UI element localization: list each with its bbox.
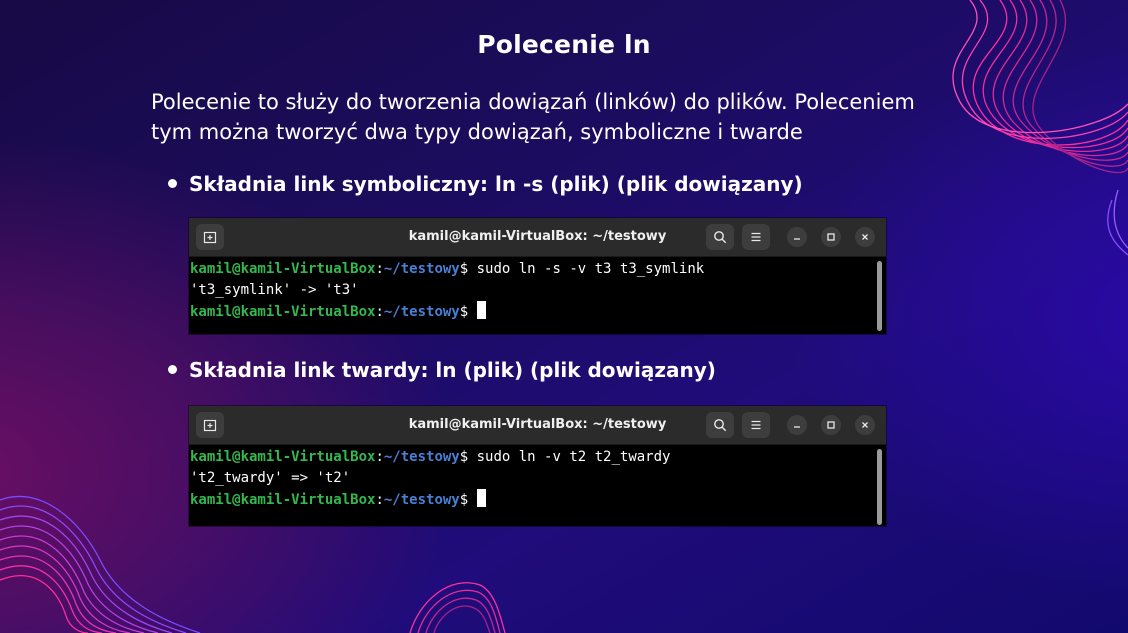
close-button[interactable]: [855, 227, 875, 247]
prompt-separator: :: [375, 304, 384, 320]
prompt-symbol: $: [459, 304, 469, 320]
command-text: sudo ln -v t2 t2_twardy: [468, 449, 671, 465]
slide-title: Polecenie ln: [477, 30, 651, 59]
prompt-path: ~/testowy: [383, 261, 460, 277]
prompt-symbol: $: [459, 492, 469, 508]
text-cursor: [476, 301, 486, 319]
prompt-separator: :: [375, 261, 384, 277]
prompt-symbol: $: [459, 261, 469, 277]
minimize-icon: [794, 238, 800, 240]
close-icon: [862, 234, 868, 240]
maximize-button[interactable]: [821, 227, 841, 247]
terminal-line: kamil@kamil-VirtualBox:~/testowy$: [190, 301, 886, 323]
search-icon: [714, 419, 727, 432]
wave-decoration-bottom-center: [409, 582, 506, 633]
terminal-output-line: 't2_twardy' => 't2': [190, 470, 351, 486]
bullet-dot: [168, 365, 177, 374]
intro-paragraph: Polecenie to służy do tworzenia dowiązań…: [151, 90, 915, 144]
prompt-path: ~/testowy: [383, 304, 460, 320]
bullet-text: Składnia link twardy: ln (plik) (plik do…: [189, 358, 716, 382]
search-button[interactable]: [706, 224, 734, 250]
terminal-titlebar[interactable]: kamil@kamil-VirtualBox: ~/testowy: [189, 406, 886, 445]
bullet-symbolic-link: Składnia link symboliczny: ln -s (plik) …: [168, 172, 803, 196]
maximize-icon: [827, 421, 835, 429]
terminal-output[interactable]: kamil@kamil-VirtualBox:~/testowy$ sudo l…: [189, 445, 886, 525]
terminal-output[interactable]: kamil@kamil-VirtualBox:~/testowy$ sudo l…: [189, 257, 886, 331]
minimize-button[interactable]: [787, 415, 807, 435]
search-button[interactable]: [706, 412, 734, 438]
prompt-path: ~/testowy: [383, 449, 460, 465]
terminal-title: kamil@kamil-VirtualBox: ~/testowy: [408, 417, 667, 432]
terminal-titlebar[interactable]: kamil@kamil-VirtualBox: ~/testowy: [189, 218, 886, 257]
terminal-window-symlink[interactable]: kamil@kamil-VirtualBox: ~/testowy kamil@…: [189, 218, 886, 334]
bullet-text: Składnia link symboliczny: ln -s (plik) …: [189, 172, 803, 196]
maximize-button[interactable]: [821, 415, 841, 435]
close-icon: [862, 422, 868, 428]
prompt-user: kamil@kamil-VirtualBox: [190, 449, 376, 465]
prompt-separator: :: [375, 449, 384, 465]
hamburger-menu-icon: [751, 232, 761, 242]
prompt-separator: :: [375, 492, 384, 508]
terminal-scrollbar[interactable]: [877, 261, 882, 331]
terminal-line: kamil@kamil-VirtualBox:~/testowy$ sudo l…: [190, 259, 886, 280]
minimize-icon: [794, 426, 800, 428]
menu-button[interactable]: [742, 412, 770, 438]
search-icon: [714, 231, 727, 244]
prompt-user: kamil@kamil-VirtualBox: [190, 304, 376, 320]
terminal-output-line: 't3_symlink' -> 't3': [190, 282, 359, 298]
terminal-line: kamil@kamil-VirtualBox:~/testowy$: [190, 489, 886, 511]
terminal-line: kamil@kamil-VirtualBox:~/testowy$ sudo l…: [190, 447, 886, 468]
terminal-scrollbar[interactable]: [877, 449, 882, 525]
command-text: sudo ln -s -v t3 t3_symlink: [468, 261, 705, 277]
prompt-user: kamil@kamil-VirtualBox: [190, 261, 376, 277]
minimize-button[interactable]: [787, 227, 807, 247]
hamburger-menu-icon: [751, 420, 761, 430]
command-text: [468, 492, 476, 508]
menu-button[interactable]: [742, 224, 770, 250]
command-text: [468, 304, 476, 320]
maximize-icon: [827, 233, 835, 241]
terminal-window-hardlink[interactable]: kamil@kamil-VirtualBox: ~/testowy kamil@…: [189, 406, 886, 526]
bullet-dot: [168, 179, 177, 188]
prompt-path: ~/testowy: [383, 492, 460, 508]
bullet-hard-link: Składnia link twardy: ln (plik) (plik do…: [168, 358, 716, 382]
prompt-user: kamil@kamil-VirtualBox: [190, 492, 376, 508]
prompt-symbol: $: [459, 449, 469, 465]
text-cursor: [476, 489, 486, 507]
terminal-title: kamil@kamil-VirtualBox: ~/testowy: [408, 229, 667, 244]
close-button[interactable]: [855, 415, 875, 435]
